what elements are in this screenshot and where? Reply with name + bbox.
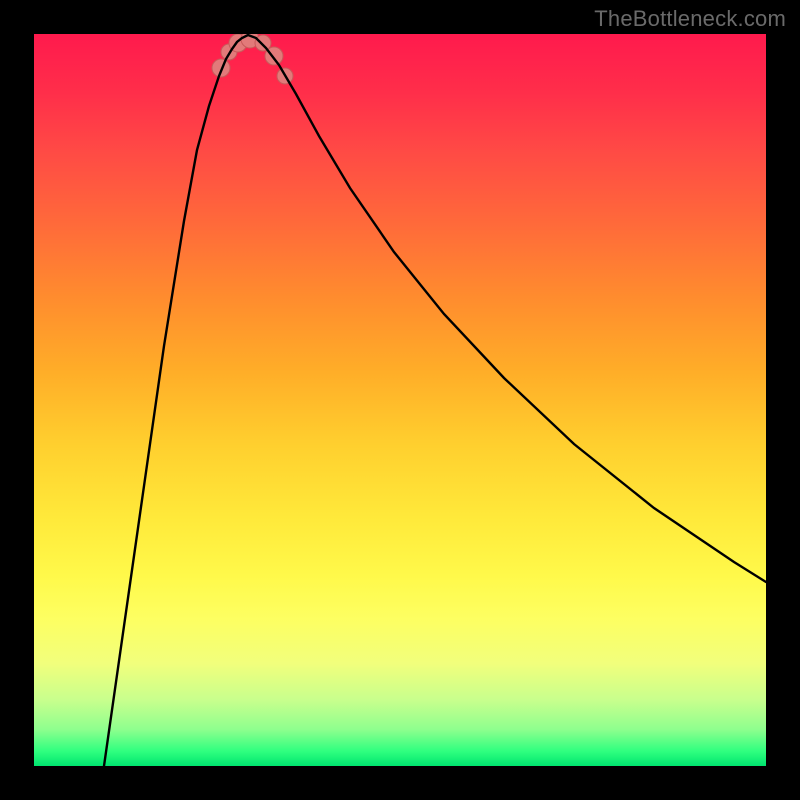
plot-frame	[34, 34, 766, 766]
bottleneck-curve-layer	[34, 34, 766, 766]
watermark-text: TheBottleneck.com	[594, 6, 786, 32]
bottleneck-curve	[104, 35, 766, 766]
